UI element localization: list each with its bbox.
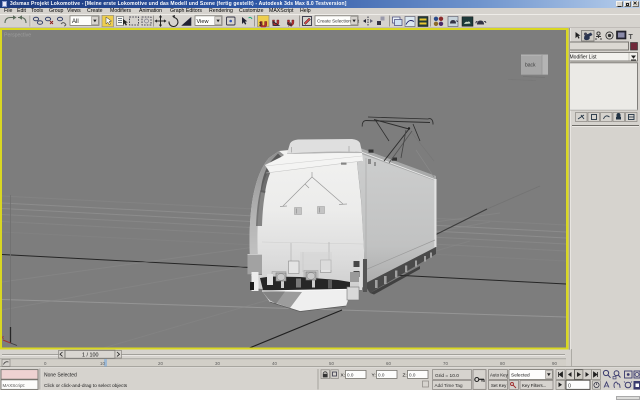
svg-text:View: View <box>197 19 210 25</box>
svg-text:0.0: 0.0 <box>347 372 354 377</box>
svg-text:Key Filters...: Key Filters... <box>522 383 546 388</box>
svg-text:MAXScript:: MAXScript: <box>3 383 26 388</box>
svg-text:10: 10 <box>100 361 105 366</box>
svg-text:60: 60 <box>386 361 391 366</box>
svg-text:20: 20 <box>158 361 163 366</box>
svg-text:Selected: Selected <box>511 373 530 379</box>
svg-text:T: T <box>629 34 634 41</box>
svg-text:1 / 100: 1 / 100 <box>82 353 99 359</box>
svg-text:Perspective: Perspective <box>4 33 31 39</box>
svg-text:Y:: Y: <box>372 372 376 378</box>
svg-text:40: 40 <box>272 361 277 366</box>
svg-text:Click or click-and-drag to sel: Click or click-and-drag to select object… <box>44 383 128 389</box>
svg-text:Auto Key: Auto Key <box>490 373 509 378</box>
svg-text:30: 30 <box>215 361 220 366</box>
svg-text:Z:: Z: <box>403 372 407 378</box>
svg-text:90: 90 <box>552 361 557 366</box>
svg-text:Grid = 10.0: Grid = 10.0 <box>435 373 459 379</box>
svg-text:0.0: 0.0 <box>409 372 416 377</box>
svg-text:70: 70 <box>443 361 448 366</box>
svg-text:50: 50 <box>329 361 334 366</box>
svg-text:None Selected: None Selected <box>44 373 77 379</box>
svg-text:back: back <box>525 63 536 69</box>
svg-text:X:: X: <box>341 372 346 378</box>
svg-text:0.0: 0.0 <box>378 372 385 377</box>
svg-text:80: 80 <box>500 361 505 366</box>
svg-text:Set Key: Set Key <box>491 383 507 388</box>
svg-text:0: 0 <box>568 383 571 389</box>
svg-text:Modifier List: Modifier List <box>570 55 597 61</box>
svg-text:All: All <box>72 19 79 25</box>
svg-text:Add Time Tag: Add Time Tag <box>435 383 463 388</box>
